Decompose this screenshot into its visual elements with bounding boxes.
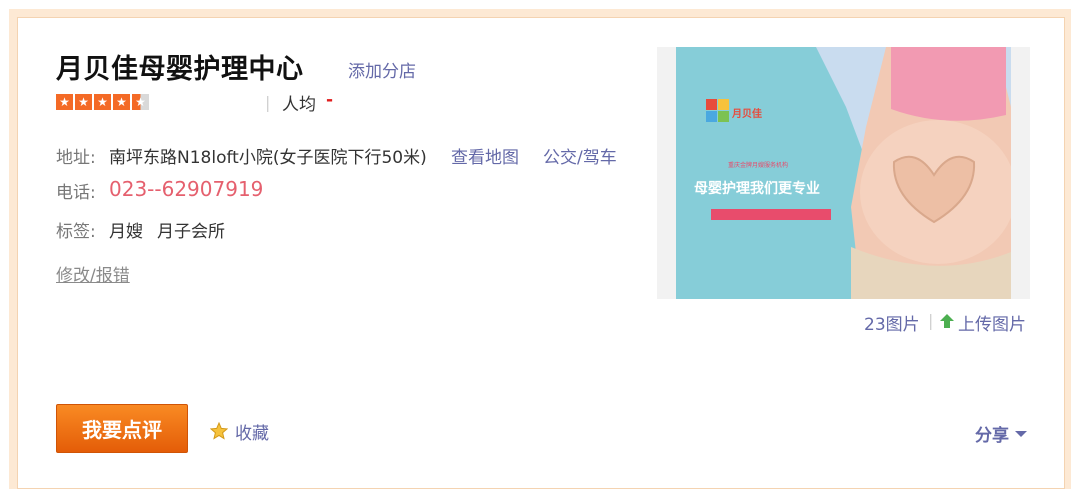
star-icon: ★	[56, 94, 73, 110]
banner-headline: 母婴护理我们更专业	[694, 180, 820, 197]
view-map-link[interactable]: 查看地图	[451, 143, 519, 168]
star-icon: ★	[75, 94, 92, 110]
upload-photo-link[interactable]: 上传图片	[958, 310, 1026, 335]
avg-price-label: 人均	[282, 95, 316, 115]
logo-text: 月贝佳	[731, 107, 762, 120]
rating-stars: ★ ★ ★ ★ ★	[56, 94, 149, 110]
address-value: 南坪东路N18loft小院(女子医院下行50米)	[109, 148, 427, 168]
add-branch-link[interactable]: 添加分店	[348, 57, 416, 82]
edit-report-link[interactable]: 修改/报错	[56, 261, 130, 286]
share-button[interactable]: 分享	[975, 421, 1009, 446]
star-icon: ★	[94, 94, 111, 110]
photo-count-link[interactable]: 23图片	[864, 310, 920, 335]
tags-label: 标签:	[56, 222, 96, 242]
avg-price-value: -	[326, 90, 334, 110]
tag-item: 月嫂	[109, 222, 143, 242]
favorite-link[interactable]: 收藏	[235, 419, 269, 444]
phone-value: 023--62907919	[109, 177, 264, 201]
star-icon: ★	[113, 94, 130, 110]
upload-arrow-icon[interactable]	[940, 314, 954, 328]
write-review-button[interactable]: 我要点评	[56, 404, 188, 453]
star-favorite-icon[interactable]	[210, 422, 228, 440]
transit-link[interactable]: 公交/驾车	[543, 143, 617, 168]
shop-photo[interactable]: 月贝佳 重庆金牌月嫂服务机构 母婴护理我们更专业	[676, 47, 1011, 299]
shop-title: 月贝佳母婴护理中心	[56, 54, 304, 85]
divider: |	[928, 311, 934, 330]
banner-subtitle: 重庆金牌月嫂服务机构	[728, 161, 788, 169]
half-star-icon: ★	[132, 94, 149, 110]
photo-frame[interactable]: 月贝佳 重庆金牌月嫂服务机构 母婴护理我们更专业	[657, 47, 1030, 299]
phone-label: 电话:	[56, 183, 96, 203]
address-label: 地址:	[56, 148, 96, 168]
chevron-down-icon[interactable]	[1015, 431, 1027, 437]
shop-photo-art: 月贝佳 重庆金牌月嫂服务机构 母婴护理我们更专业	[676, 47, 1011, 299]
divider: |	[265, 93, 271, 112]
tag-item: 月子会所	[157, 222, 225, 242]
